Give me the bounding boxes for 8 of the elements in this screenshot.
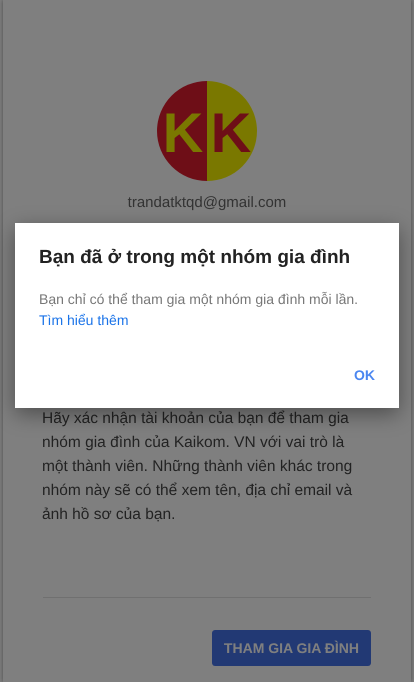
join-family-button[interactable]: THAM GIA GIA ĐÌNH: [212, 630, 371, 666]
dialog-title: Bạn đã ở trong một nhóm gia đình: [39, 247, 352, 269]
ok-button[interactable]: OK: [346, 359, 383, 391]
account-email: trandatktqd@gmail.com: [128, 194, 286, 211]
learn-more-link[interactable]: Tìm hiểu thêm: [39, 312, 128, 328]
avatar-logo: K K: [157, 81, 257, 181]
confirmation-message: Hãy xác nhận tài khoản của bạn để tham gia nhóm gia đình của Kaikom. VN với vai trò là một thành viên. Những thành viên khác trong nhóm này sẽ có thể xem tên, địa chỉ email và ảnh hồ sơ của bạn.: [42, 409, 354, 525]
dialog-message: Bạn chỉ có thể tham gia một nhóm gia đình mỗi lần. Tìm hiểu thêm: [39, 290, 359, 330]
